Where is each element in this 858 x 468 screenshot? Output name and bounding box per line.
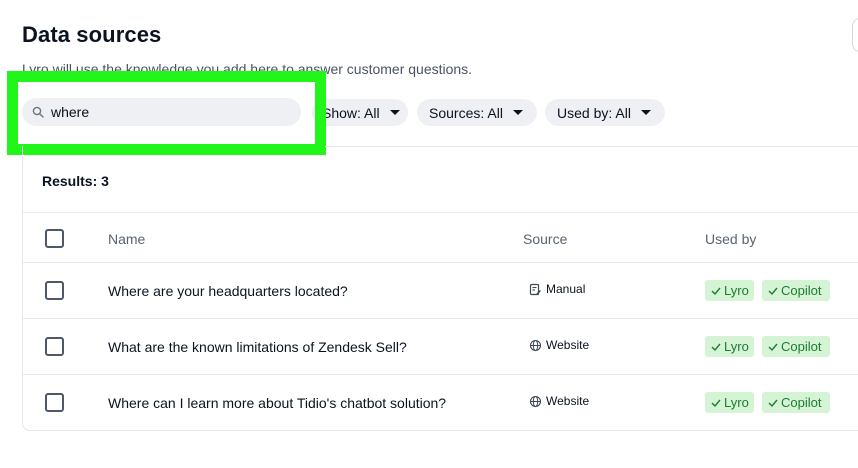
filter-sources-label: Sources: All <box>429 104 503 121</box>
badge-copilot: Copilot <box>762 336 830 357</box>
manual-icon <box>529 283 541 295</box>
row-checkbox[interactable] <box>45 281 64 300</box>
select-all-checkbox[interactable] <box>45 229 64 248</box>
check-icon <box>768 343 778 351</box>
badge-lyro: Lyro <box>705 392 754 413</box>
check-icon <box>768 399 778 407</box>
filter-show-dropdown[interactable]: Show: All <box>312 99 408 126</box>
card-border-top <box>325 146 858 147</box>
globe-icon <box>529 395 542 407</box>
row-source-label: Manual <box>546 282 586 296</box>
filter-used-by-dropdown[interactable]: Used by: All <box>545 99 665 126</box>
column-header-used-by[interactable]: Used by <box>705 231 756 247</box>
check-icon <box>711 287 721 295</box>
filter-used-by-label: Used by: All <box>557 104 631 121</box>
check-icon <box>711 343 721 351</box>
badge-lyro: Lyro <box>705 336 754 357</box>
page-title: Data sources <box>22 22 162 47</box>
row-checkbox[interactable] <box>45 393 64 412</box>
page-subtitle: Lyro will use the knowledge you add here… <box>22 61 473 77</box>
search-icon <box>30 104 46 120</box>
row-source-label: Website <box>546 394 590 408</box>
chevron-down-icon <box>640 110 651 115</box>
check-icon <box>711 399 721 407</box>
badge-label: Copilot <box>781 339 822 354</box>
chevron-down-icon <box>389 110 400 115</box>
filter-show-label: Show: All <box>322 104 380 121</box>
badge-label: Copilot <box>781 395 822 410</box>
badge-label: Copilot <box>781 283 822 298</box>
badge-copilot: Copilot <box>762 392 830 413</box>
divider <box>23 318 858 319</box>
row-source: Manual <box>529 282 585 296</box>
row-checkbox[interactable] <box>45 337 64 356</box>
search-input[interactable] <box>51 104 281 120</box>
row-name[interactable]: What are the known limitations of Zendes… <box>108 339 407 355</box>
row-source-label: Website <box>546 338 590 352</box>
badge-copilot: Copilot <box>762 280 830 301</box>
badge-label: Lyro <box>724 395 749 410</box>
filter-sources-dropdown[interactable]: Sources: All <box>417 99 537 126</box>
badge-label: Lyro <box>724 339 749 354</box>
row-name[interactable]: Where are your headquarters located? <box>108 283 348 299</box>
search-box[interactable] <box>22 98 301 126</box>
column-header-source[interactable]: Source <box>523 231 567 247</box>
divider <box>23 374 858 375</box>
top-right-button[interactable] <box>852 18 858 52</box>
row-source: Website <box>529 394 589 408</box>
check-icon <box>768 287 778 295</box>
divider <box>23 212 858 213</box>
row-name[interactable]: Where can I learn more about Tidio's cha… <box>108 395 446 411</box>
globe-icon <box>529 339 542 351</box>
badge-lyro: Lyro <box>705 280 754 301</box>
badge-label: Lyro <box>724 283 749 298</box>
divider <box>23 262 858 263</box>
chevron-down-icon <box>512 110 523 115</box>
results-count: Results: 3 <box>42 173 109 189</box>
column-header-name[interactable]: Name <box>108 231 145 247</box>
row-source: Website <box>529 338 589 352</box>
